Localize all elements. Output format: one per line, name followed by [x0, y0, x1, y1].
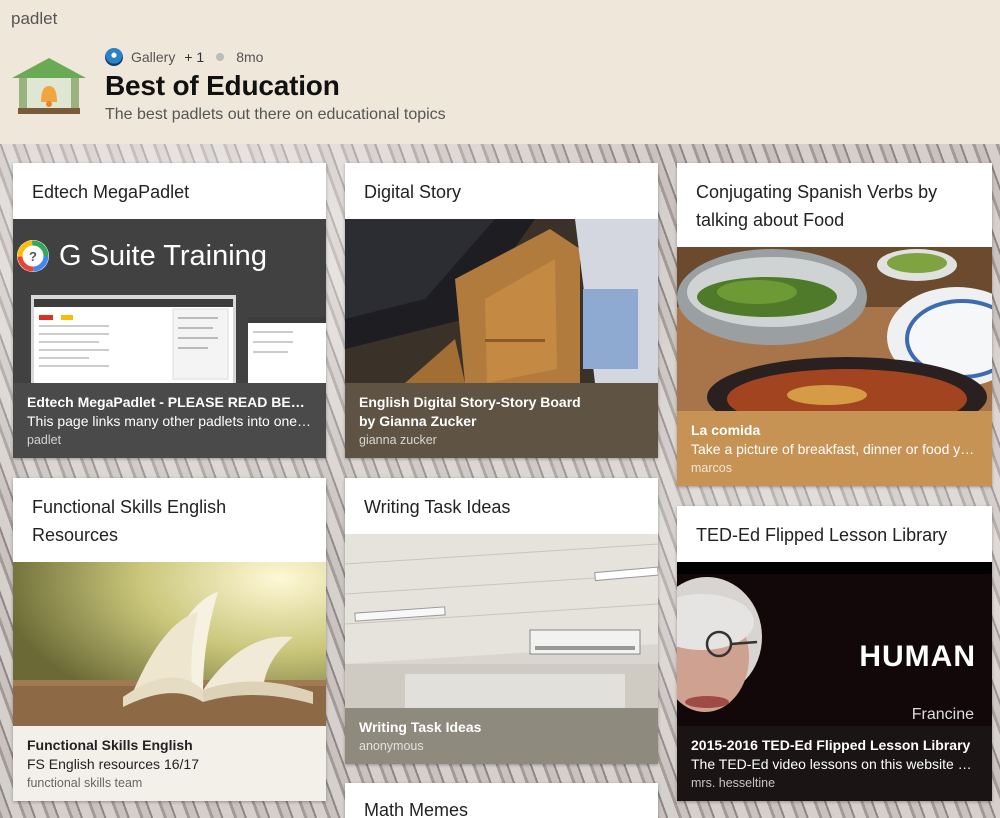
- gallery-avatar-icon[interactable]: [105, 48, 123, 66]
- card-thumbnail[interactable]: ? G Suite Training: [13, 219, 326, 383]
- card-post-title: Writing Task Ideas: [359, 719, 482, 735]
- gallery-link[interactable]: Gallery: [131, 49, 175, 65]
- card-author[interactable]: marcos: [691, 459, 978, 477]
- card-post-body: This page links many other padlets into …: [27, 413, 312, 429]
- card-info: 2015-2016 TED-Ed Flipped Lesson Library …: [677, 726, 992, 801]
- card-post-title: La comida: [691, 422, 761, 438]
- padlet-meta: Gallery + 1 8mo: [105, 48, 263, 66]
- card-author[interactable]: functional skills team: [27, 774, 312, 792]
- card-post-title: Functional Skills English: [27, 737, 193, 753]
- card-functional-skills[interactable]: Functional Skills English Resources Func…: [13, 478, 326, 801]
- card-ted-ed-library[interactable]: TED-Ed Flipped Lesson Library HUMAN Fran…: [677, 506, 992, 801]
- card-post-body: by Gianna Zucker: [359, 413, 477, 429]
- card-thumbnail[interactable]: HUMAN Francine: [677, 562, 992, 726]
- food-photo-image: [677, 247, 992, 437]
- bed-photo-image: [345, 219, 658, 383]
- card-digital-story[interactable]: Digital Story English Digital Story-Stor…: [345, 163, 658, 458]
- card-thumbnail[interactable]: [345, 534, 658, 708]
- card-post-body: Take a picture of breakfast, dinner or f…: [691, 441, 978, 457]
- card-thumbnail[interactable]: [677, 247, 992, 437]
- card-info: English Digital Story-Story Board by Gia…: [345, 383, 658, 458]
- card-title: Conjugating Spanish Verbs by talking abo…: [696, 182, 938, 230]
- card-author[interactable]: gianna zucker: [359, 431, 644, 449]
- card-title: Writing Task Ideas: [364, 497, 511, 517]
- padlet-wall: Edtech MegaPadlet ? G Suite Training Edt…: [0, 144, 1000, 818]
- video-title-text: HUMAN: [859, 640, 976, 673]
- card-info: Edtech MegaPadlet - PLEASE READ BELOW Th…: [13, 383, 326, 458]
- collaborators-count[interactable]: + 1: [184, 49, 204, 65]
- card-post-body: FS English resources 16/17: [27, 756, 199, 772]
- card-title: Functional Skills English Resources: [32, 497, 227, 545]
- card-edtech-megapadlet[interactable]: Edtech MegaPadlet ? G Suite Training Edt…: [13, 163, 326, 458]
- card-title: TED-Ed Flipped Lesson Library: [696, 525, 948, 545]
- open-book-image: [13, 562, 326, 726]
- card-post-body: The TED-Ed video lessons on this website…: [691, 756, 978, 772]
- card-spanish-verbs[interactable]: Conjugating Spanish Verbs by talking abo…: [677, 163, 992, 486]
- card-thumbnail[interactable]: [13, 562, 326, 726]
- card-info: La comida Take a picture of breakfast, d…: [677, 411, 992, 486]
- svg-text:?: ?: [29, 249, 37, 264]
- card-writing-task-ideas[interactable]: Writing Task Ideas Writing Task Ideas an…: [345, 478, 658, 764]
- card-post-title: Edtech MegaPadlet - PLEASE READ BELOW: [27, 394, 312, 410]
- card-post-title: 2015-2016 TED-Ed Flipped Lesson Library: [691, 737, 971, 753]
- school-bell-icon: [12, 58, 86, 114]
- video-subtitle-text: Francine: [911, 706, 974, 723]
- card-title: Math Memes: [364, 800, 469, 818]
- card-author[interactable]: padlet: [27, 431, 312, 449]
- card-post-title: English Digital Story-Story Board: [359, 394, 581, 410]
- card-info: Functional Skills English FS English res…: [13, 726, 326, 801]
- card-author[interactable]: anonymous: [359, 737, 644, 755]
- card-title: Edtech MegaPadlet: [32, 182, 190, 202]
- card-author[interactable]: mrs. hesseltine: [691, 774, 978, 792]
- separator-dot-icon: [216, 53, 225, 61]
- card-title: Digital Story: [364, 182, 462, 202]
- padlet-logo[interactable]: padlet: [11, 9, 57, 29]
- page-title: Best of Education: [105, 70, 340, 101]
- card-thumbnail[interactable]: [345, 219, 658, 383]
- card-info: Writing Task Ideas anonymous: [345, 708, 658, 764]
- post-age: 8mo: [236, 49, 264, 65]
- thumbnail-caption: G Suite Training: [59, 240, 267, 272]
- card-math-memes[interactable]: Math Memes: [345, 783, 658, 818]
- ceiling-photo-image: [345, 534, 658, 708]
- padlet-header: padlet Gallery + 1 8mo Best of Education…: [0, 0, 1000, 144]
- page-subtitle: The best padlets out there on educationa…: [105, 106, 446, 123]
